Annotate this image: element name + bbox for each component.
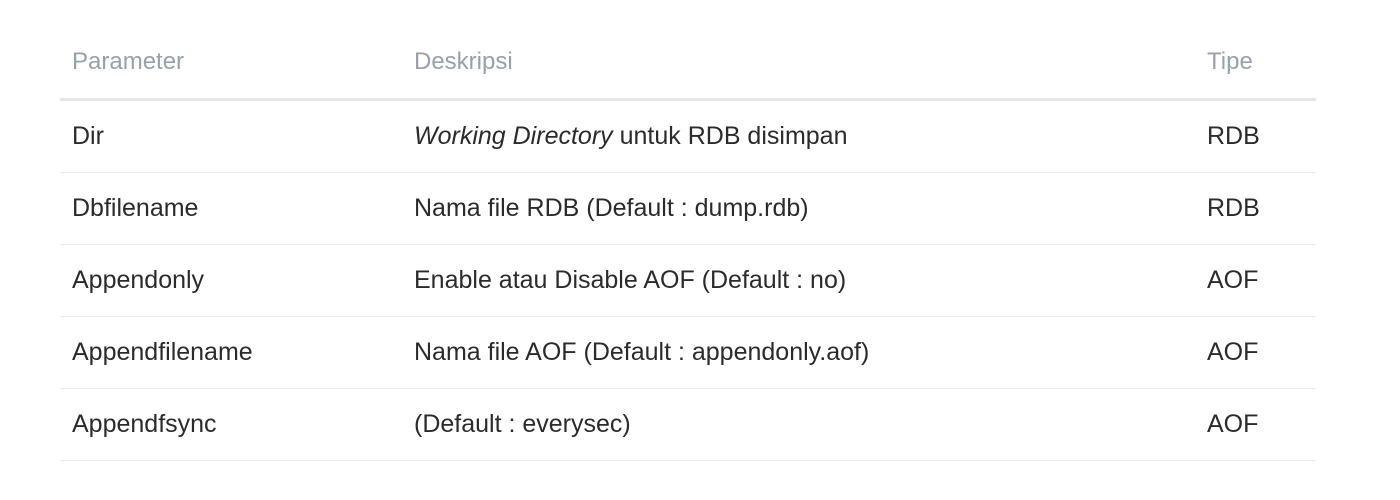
- cell-description: (Default : everysec): [402, 388, 1195, 461]
- cell-type: RDB: [1195, 172, 1316, 245]
- table-row: Dbfilename Nama file RDB (Default : dump…: [60, 172, 1316, 245]
- cell-type: AOF: [1195, 388, 1316, 461]
- cell-parameter: Appendfsync: [60, 388, 402, 461]
- table-header: Parameter Deskripsi Tipe: [60, 26, 1316, 101]
- header-type: Tipe: [1195, 26, 1316, 101]
- cell-description: Working Directory untuk RDB disimpan: [402, 99, 1195, 173]
- description-text: untuk RDB disimpan: [612, 122, 848, 150]
- table-row: Appendfilename Nama file AOF (Default : …: [60, 316, 1316, 389]
- header-row: Parameter Deskripsi Tipe: [60, 26, 1316, 101]
- header-parameter: Parameter: [60, 26, 402, 101]
- cell-description: Nama file RDB (Default : dump.rdb): [402, 172, 1195, 245]
- parameter-table: Parameter Deskripsi Tipe Dir Working Dir…: [60, 26, 1316, 461]
- cell-parameter: Dbfilename: [60, 172, 402, 245]
- cell-description: Nama file AOF (Default : appendonly.aof): [402, 316, 1195, 389]
- cell-type: RDB: [1195, 99, 1316, 173]
- table-row: Appendonly Enable atau Disable AOF (Defa…: [60, 244, 1316, 317]
- table-body: Dir Working Directory untuk RDB disimpan…: [60, 99, 1316, 461]
- cell-parameter: Appendonly: [60, 244, 402, 317]
- header-description: Deskripsi: [402, 26, 1195, 101]
- cell-description: Enable atau Disable AOF (Default : no): [402, 244, 1195, 317]
- parameter-table-container: Parameter Deskripsi Tipe Dir Working Dir…: [60, 26, 1316, 461]
- cell-type: AOF: [1195, 316, 1316, 389]
- table-row: Dir Working Directory untuk RDB disimpan…: [60, 99, 1316, 173]
- cell-type: AOF: [1195, 244, 1316, 317]
- table-row: Appendfsync (Default : everysec) AOF: [60, 388, 1316, 461]
- description-italic-text: Working Directory: [414, 122, 613, 150]
- cell-parameter: Dir: [60, 99, 402, 173]
- cell-parameter: Appendfilename: [60, 316, 402, 389]
